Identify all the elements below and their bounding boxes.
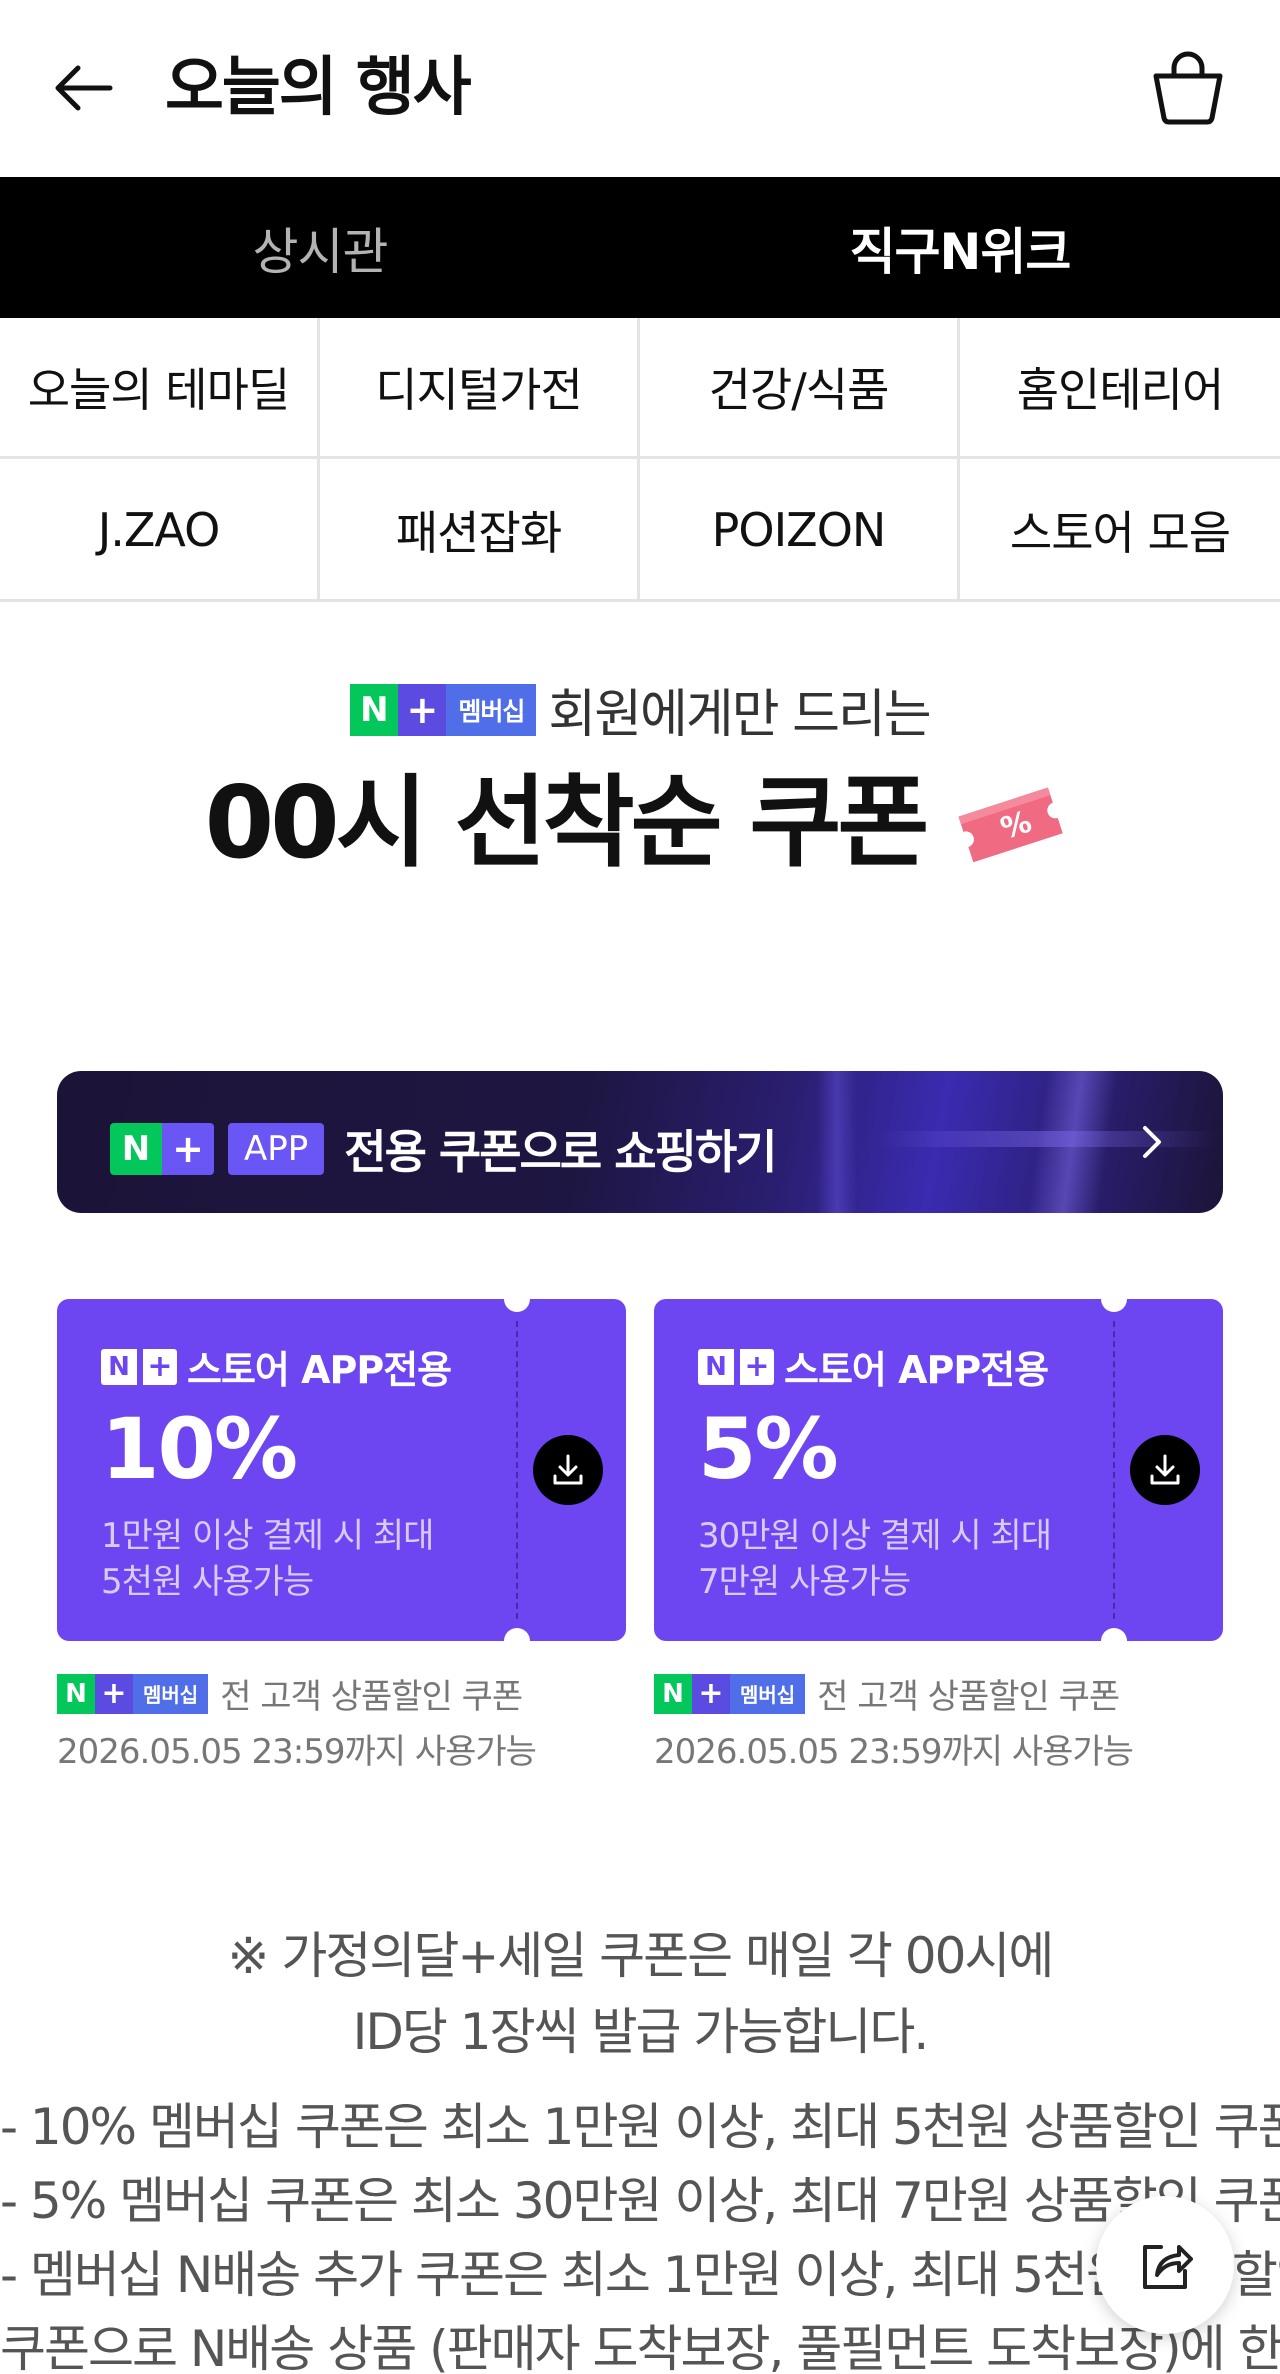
banner-plus-badge: + (162, 1123, 214, 1175)
promo-subtitle: N + 멤버십 회원에게만 드리는 (0, 672, 1280, 747)
nplus-membership-badge: N + 멤버십 (654, 1673, 806, 1714)
note-badge-label: 멤버십 (730, 1673, 806, 1714)
note-text: 전 고객 상품할인 쿠폰 (817, 1677, 1120, 1717)
coupon-desc-line2: 7만원 사용가능 (698, 1562, 911, 1602)
coupon-desc: 30만원 이상 결제 시 최대 7만원 사용가능 (698, 1513, 1052, 1605)
category-health-food[interactable]: 건강/식품 (640, 318, 960, 459)
download-icon (1150, 1454, 1180, 1485)
coupon-n-icon: N (698, 1348, 734, 1385)
tab-regular[interactable]: 상시관 (0, 177, 640, 318)
category-fashion[interactable]: 패션잡화 (320, 459, 640, 601)
share-icon (1143, 2245, 1193, 2289)
coupon-head: 스토어 APP전용 (784, 1348, 1049, 1392)
coupon-ticket-icon: % (945, 773, 1075, 873)
info-bullets: - 10% 멤버십 쿠폰은 최소 1만원 이상, 최대 5천원 상품할인 쿠폰 … (0, 2090, 1280, 2374)
badge-label: 멤버십 (446, 683, 537, 736)
info-bullet: - 10% 멤버십 쿠폰은 최소 1만원 이상, 최대 5천원 상품할인 쿠폰 (0, 2098, 1280, 2156)
chevron-right-icon (1143, 1126, 1161, 1158)
coupon-card-5[interactable]: N + 스토어 APP전용 5% 30만원 이상 결제 시 최대 7만원 사용가… (654, 1286, 1223, 1654)
shopping-bag-icon (1153, 51, 1223, 125)
coupon-percent: 5% (698, 1400, 839, 1498)
coupon-desc-line2: 5천원 사용가능 (101, 1562, 314, 1602)
shopping-bag-button[interactable] (1148, 44, 1228, 128)
page-title: 오늘의 행사 (165, 51, 472, 125)
banner-n-badge: N (110, 1123, 162, 1175)
coupon-download-button[interactable] (1130, 1435, 1200, 1505)
back-button[interactable] (48, 52, 120, 124)
promo-subtitle-text: 회원에게만 드리는 (548, 685, 931, 745)
tab-direct-n-week[interactable]: 직구N위크 (640, 177, 1280, 318)
note-text: 전 고객 상품할인 쿠폰 (220, 1677, 523, 1717)
coupon-card-10[interactable]: N + 스토어 APP전용 10% 1만원 이상 결제 시 최대 5천원 사용가… (57, 1286, 626, 1654)
top-tab-bar: 상시관 직구N위크 (0, 177, 1280, 318)
banner-text: 전용 쿠폰으로 쇼핑하기 (344, 1125, 777, 1179)
note-date: 2026.05.05 23:59까지 사용가능 (57, 1732, 537, 1772)
banner-app-badge: APP (228, 1123, 325, 1175)
download-icon (553, 1454, 583, 1485)
coupon-download-button[interactable] (533, 1435, 603, 1505)
category-store-collection[interactable]: 스토어 모음 (960, 459, 1280, 601)
coupon-percent: 10% (101, 1400, 298, 1498)
coupon-head: 스토어 APP전용 (187, 1348, 452, 1392)
app-coupon-banner[interactable]: N + APP 전용 쿠폰으로 쇼핑하기 (57, 1071, 1223, 1213)
promo-title: 00시 선착순 쿠폰 % (0, 768, 1280, 878)
category-digital-appliance[interactable]: 디지털가전 (320, 318, 640, 459)
coupon-desc: 1만원 이상 결제 시 최대 5천원 사용가능 (101, 1513, 434, 1605)
coupon-note-5: N + 멤버십 전 고객 상품할인 쿠폰 2026.05.05 23:59까지 … (654, 1669, 1234, 1773)
category-poizon[interactable]: POIZON (640, 459, 960, 601)
info-bullet: 쿠폰으로 N배송 상품 (판매자 도착보장, 풀필먼트 도착보장)에 한해 (0, 2320, 1280, 2374)
header: 오늘의 행사 (0, 0, 1280, 177)
share-button[interactable] (1096, 2196, 1234, 2334)
info-bullet: - 5% 멤버십 쿠폰은 최소 30만원 이상, 최대 7만원 상품할인 쿠폰 (0, 2172, 1280, 2230)
badge-n: N (350, 683, 399, 736)
note-badge-label: 멤버십 (133, 1673, 209, 1714)
info-bullet: - 멤버십 N배송 추가 쿠폰은 최소 1만원 이상, 최대 5천원 상품할인 (0, 2246, 1280, 2304)
category-home-interior[interactable]: 홈인테리어 (960, 318, 1280, 459)
coupon-plus-icon: + (738, 1348, 774, 1385)
info-line2: ID당 1장씩 발급 가능합니다. (352, 2003, 930, 2061)
category-grid: 오늘의 테마딜 디지털가전 건강/식품 홈인테리어 J.ZAO 패션잡화 POI… (0, 318, 1280, 602)
info-line1: ※ 가정의달+세일 쿠폰은 매일 각 00시에 (227, 1927, 1055, 1985)
arrow-left-icon (55, 65, 113, 111)
nplus-membership-badge: N + 멤버십 (57, 1673, 209, 1714)
category-jzao[interactable]: J.ZAO (0, 459, 320, 601)
coupon-info: ※ 가정의달+세일 쿠폰은 매일 각 00시에 ID당 1장씩 발급 가능합니다… (0, 1918, 1280, 2374)
note-date: 2026.05.05 23:59까지 사용가능 (654, 1732, 1134, 1772)
category-today-theme-deal[interactable]: 오늘의 테마딜 (0, 318, 320, 459)
coupon-plus-icon: + (141, 1348, 177, 1385)
coupon-n-icon: N (101, 1348, 137, 1385)
promo-title-text: 00시 선착순 쿠폰 (204, 764, 930, 881)
coupon-note-10: N + 멤버십 전 고객 상품할인 쿠폰 2026.05.05 23:59까지 … (57, 1669, 637, 1773)
coupon-desc-line1: 30만원 이상 결제 시 최대 (698, 1516, 1052, 1556)
nplus-membership-badge: N + 멤버십 (350, 683, 537, 736)
coupon-desc-line1: 1만원 이상 결제 시 최대 (101, 1516, 434, 1556)
badge-plus: + (398, 683, 447, 736)
